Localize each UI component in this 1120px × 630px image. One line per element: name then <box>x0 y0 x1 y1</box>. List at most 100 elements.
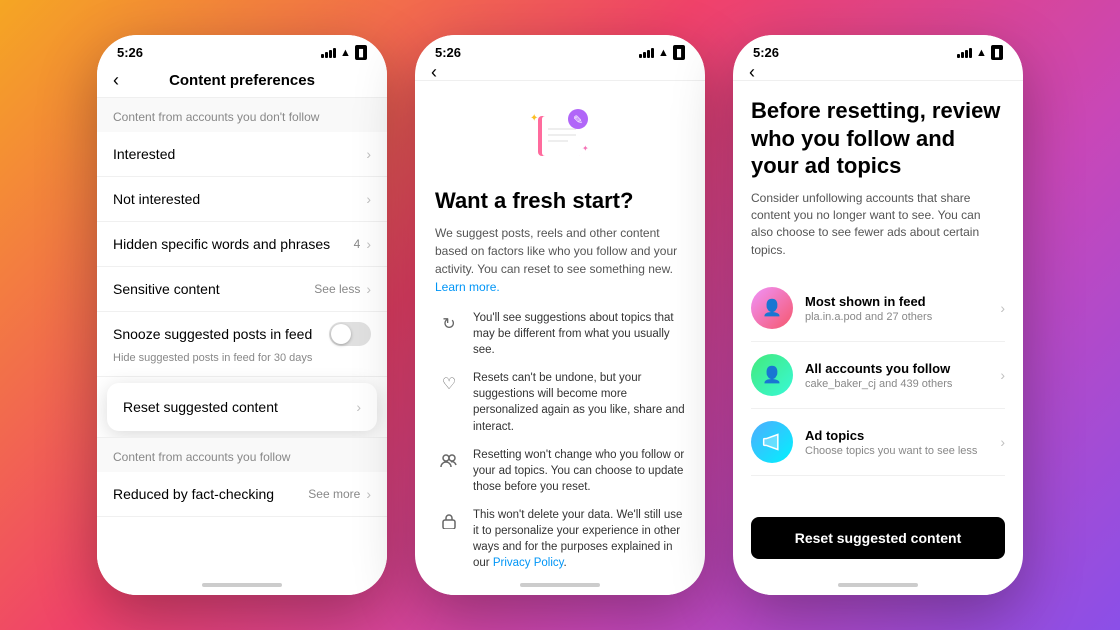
avatar-most-shown: 👤 <box>751 287 793 329</box>
screen-1: ‹ Content preferences Content from accou… <box>97 64 387 575</box>
signal-bars-3 <box>957 48 972 58</box>
signal-bar-3-4 <box>969 48 972 58</box>
avatar-all-accounts: 👤 <box>751 354 793 396</box>
chevron-review-1: › <box>1000 367 1005 383</box>
review-item-1[interactable]: 👤 All accounts you follow cake_baker_cj … <box>751 342 1005 409</box>
back-button-3[interactable]: ‹ <box>749 62 755 83</box>
battery-icon-3: ▮ <box>991 45 1003 60</box>
battery-icon-1: ▮ <box>355 45 367 60</box>
snooze-item: Snooze suggested posts in feed Hide sugg… <box>97 312 387 377</box>
nav-bar-2: ‹ <box>415 64 705 81</box>
signal-bar-4 <box>333 48 336 58</box>
feature-text-2: Resetting won't change who you follow or… <box>473 447 685 495</box>
signal-bar-3-2 <box>961 52 964 58</box>
signal-bar-2-4 <box>651 48 654 58</box>
learn-more-link[interactable]: Learn more. <box>435 280 500 294</box>
hidden-words-badge: 4 <box>354 237 361 251</box>
status-icons-1: ▲ ▮ <box>321 45 367 60</box>
feature-item-3: This won't delete your data. We'll still… <box>435 507 685 571</box>
review-item-sub-2: Choose topics you want to see less <box>805 445 988 457</box>
heart-icon: ♡ <box>435 370 463 398</box>
home-indicator-3 <box>733 575 1023 595</box>
interested-label: Interested <box>113 146 175 162</box>
back-button-1[interactable]: ‹ <box>113 70 119 91</box>
lock-icon <box>435 507 463 535</box>
review-info-0: Most shown in feed pla.in.a.pod and 27 o… <box>805 294 988 323</box>
sensitive-right: See less › <box>314 281 371 297</box>
toggle-knob <box>331 324 351 344</box>
svg-text:✎: ✎ <box>573 113 583 127</box>
nav-bar-1: ‹ Content preferences <box>97 64 387 98</box>
chevron-factchecking: › <box>366 486 371 502</box>
menu-item-interested[interactable]: Interested › <box>97 132 387 177</box>
section-header-text-1: Content from accounts you don't follow <box>113 110 319 124</box>
menu-item-factchecking[interactable]: Reduced by fact-checking See more › <box>97 472 387 517</box>
review-info-2: Ad topics Choose topics you want to see … <box>805 428 988 457</box>
avatar-img-0: 👤 <box>751 287 793 329</box>
megaphone-icon <box>751 421 793 463</box>
chevron-interested: › <box>366 146 371 162</box>
refresh-icon: ↻ <box>435 310 463 338</box>
menu-item-hidden-words[interactable]: Hidden specific words and phrases 4 › <box>97 222 387 267</box>
review-item-0[interactable]: 👤 Most shown in feed pla.in.a.pod and 27… <box>751 275 1005 342</box>
chevron-not-interested: › <box>366 191 371 207</box>
review-item-title-1: All accounts you follow <box>805 361 988 376</box>
privacy-policy-link[interactable]: Privacy Policy <box>493 557 564 569</box>
factchecking-label: Reduced by fact-checking <box>113 486 274 502</box>
review-info-1: All accounts you follow cake_baker_cj an… <box>805 361 988 390</box>
snooze-label: Snooze suggested posts in feed <box>113 326 312 342</box>
review-item-title-0: Most shown in feed <box>805 294 988 309</box>
signal-bar-3-1 <box>957 54 960 58</box>
not-interested-label: Not interested <box>113 191 200 207</box>
fresh-start-illustration: ✎ ✦ ✦ <box>520 101 600 171</box>
illustration-container: ✎ ✦ ✦ <box>435 101 685 176</box>
back-button-2[interactable]: ‹ <box>431 62 437 83</box>
review-item-title-2: Ad topics <box>805 428 988 443</box>
section2-header: Content from accounts you follow <box>97 437 387 472</box>
status-icons-2: ▲ ▮ <box>639 45 685 60</box>
home-bar-2 <box>520 583 600 587</box>
wifi-icon-1: ▲ <box>340 47 351 59</box>
home-bar-3 <box>838 583 918 587</box>
home-bar-1 <box>202 583 282 587</box>
toggle-snooze[interactable] <box>329 322 371 346</box>
review-item-2[interactable]: Ad topics Choose topics you want to see … <box>751 409 1005 476</box>
reset-suggested-content-button[interactable]: Reset suggested content <box>751 517 1005 559</box>
hidden-words-right: 4 › <box>354 236 371 252</box>
chevron-review-0: › <box>1000 300 1005 316</box>
sensitive-badge: See less <box>314 282 360 296</box>
section2-header-text: Content from accounts you follow <box>113 450 290 464</box>
svg-text:✦: ✦ <box>530 113 538 124</box>
fresh-title: Want a fresh start? <box>435 188 685 214</box>
signal-bar-2-3 <box>647 50 650 58</box>
nav-title-1: Content preferences <box>169 72 315 89</box>
chevron-hidden-words: › <box>366 236 371 252</box>
signal-bar-2-1 <box>639 54 642 58</box>
section-header-1: Content from accounts you don't follow <box>97 98 387 132</box>
factchecking-badge: See more <box>308 487 360 501</box>
signal-bar-1 <box>321 54 324 58</box>
snooze-sub: Hide suggested posts in feed for 30 days <box>113 352 312 364</box>
phone-2: 5:26 ▲ ▮ ‹ <box>415 35 705 595</box>
factchecking-right: See more › <box>308 486 371 502</box>
reset-popup[interactable]: Reset suggested content › <box>107 383 377 431</box>
chevron-sensitive: › <box>366 281 371 297</box>
review-item-sub-1: cake_baker_cj and 439 others <box>805 378 988 390</box>
home-indicator-2 <box>415 575 705 595</box>
feature-item-1: ♡ Resets can't be undone, but your sugge… <box>435 370 685 434</box>
menu-item-sensitive[interactable]: Sensitive content See less › <box>97 267 387 312</box>
signal-bar-2-2 <box>643 52 646 58</box>
chevron-reset: › <box>356 399 361 415</box>
status-time-3: 5:26 <box>753 45 779 60</box>
status-bar-1: 5:26 ▲ ▮ <box>97 35 387 64</box>
battery-icon-2: ▮ <box>673 45 685 60</box>
signal-bar-3 <box>329 50 332 58</box>
wifi-icon-3: ▲ <box>976 47 987 59</box>
status-time-1: 5:26 <box>117 45 143 60</box>
menu-item-not-interested[interactable]: Not interested › <box>97 177 387 222</box>
feature-text-1: Resets can't be undone, but your suggest… <box>473 370 685 434</box>
reset-popup-label: Reset suggested content <box>123 399 278 415</box>
sensitive-label: Sensitive content <box>113 281 220 297</box>
nav-bar-3: ‹ <box>733 64 1023 81</box>
review-list: 👤 Most shown in feed pla.in.a.pod and 27… <box>751 275 1005 507</box>
